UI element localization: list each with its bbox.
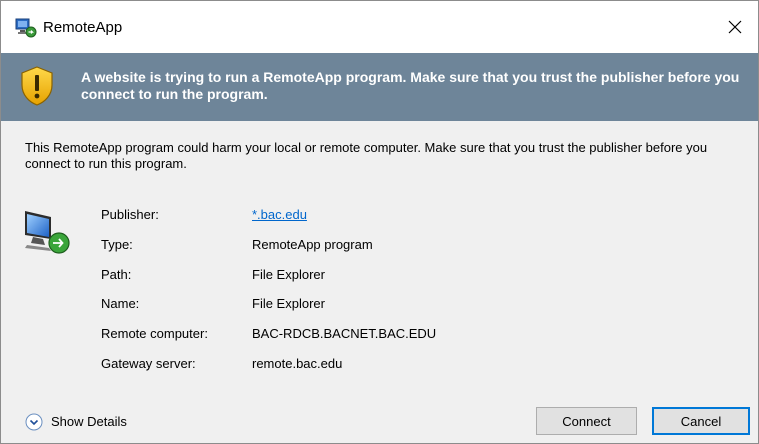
title-bar: RemoteApp xyxy=(1,1,758,53)
cancel-button[interactable]: Cancel xyxy=(652,407,750,435)
info-row-gateway-server: Gateway server: remote.bac.edu xyxy=(101,355,661,373)
publisher-label: Publisher: xyxy=(101,207,159,222)
remote-computer-icon xyxy=(25,211,70,254)
remoteapp-icon xyxy=(15,18,37,38)
connect-button[interactable]: Connect xyxy=(536,407,637,435)
info-row-remote-computer: Remote computer: BAC-RDCB.BACNET.BAC.EDU xyxy=(101,325,661,343)
gateway-server-value: remote.bac.edu xyxy=(252,356,343,371)
gateway-server-label: Gateway server: xyxy=(101,356,196,371)
show-details-toggle[interactable]: Show Details xyxy=(25,411,127,433)
banner-message: A website is trying to run a RemoteApp p… xyxy=(81,69,740,102)
window-title: RemoteApp xyxy=(43,19,123,36)
show-details-label: Show Details xyxy=(51,414,127,429)
remoteapp-dialog: RemoteApp A website is trying to run a R… xyxy=(0,0,759,444)
info-row-name: Name: File Explorer xyxy=(101,295,661,313)
remote-computer-value: BAC-RDCB.BACNET.BAC.EDU xyxy=(252,326,437,341)
close-icon xyxy=(728,20,742,34)
info-row-type: Type: RemoteApp program xyxy=(101,236,661,254)
publisher-link[interactable]: *.bac.edu xyxy=(252,206,307,224)
path-label: Path: xyxy=(101,267,132,282)
type-label: Type: xyxy=(101,237,133,252)
shield-warning-icon xyxy=(21,66,53,106)
warning-banner: A website is trying to run a RemoteApp p… xyxy=(1,53,758,121)
type-value: RemoteApp program xyxy=(252,237,373,252)
info-row-path: Path: File Explorer xyxy=(101,266,661,284)
info-row-publisher: Publisher: *.bac.edu xyxy=(101,206,661,224)
remote-computer-label: Remote computer: xyxy=(101,326,208,341)
close-button[interactable] xyxy=(712,1,758,53)
name-value: File Explorer xyxy=(252,296,325,311)
path-value: File Explorer xyxy=(252,267,325,282)
name-label: Name: xyxy=(101,296,140,311)
warning-description: This RemoteApp program could harm your l… xyxy=(25,140,708,171)
chevron-down-icon xyxy=(25,413,43,431)
